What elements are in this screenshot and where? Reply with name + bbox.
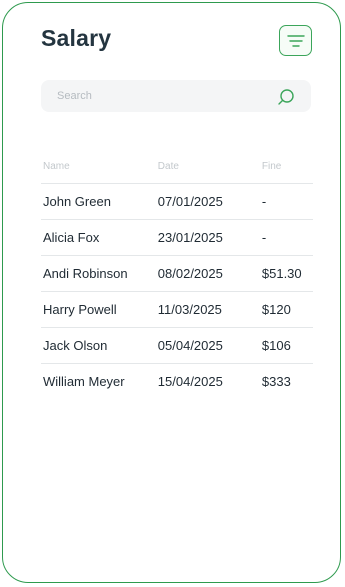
cell-fine: - (259, 183, 313, 220)
search-bar (41, 80, 311, 112)
column-header-date[interactable]: Date (155, 149, 260, 184)
cell-date: 08/02/2025 (155, 255, 260, 292)
cell-date: 23/01/2025 (155, 219, 260, 256)
cell-date: 07/01/2025 (155, 183, 260, 220)
cell-date: 15/04/2025 (157, 374, 223, 389)
cell-name: John Green (41, 183, 156, 220)
table-row[interactable]: William Meyer 15/04/2025 $333 (41, 364, 313, 400)
page-title: Salary (41, 25, 112, 51)
cell-name: Alicia Fox (41, 219, 156, 256)
cell-fine: $51.30 (259, 255, 313, 292)
cell-name: Andi Robinson (41, 255, 156, 292)
cell-fine: $333 (261, 374, 291, 389)
cell-fine: - (259, 219, 313, 256)
salary-table: Name Date Fine John Green 07/01/2025 - A… (41, 149, 313, 399)
table-row[interactable]: Jack Olson 05/04/2025 $106 (41, 327, 313, 364)
search-input[interactable] (41, 80, 287, 112)
cell-fine: $120 (259, 291, 313, 328)
table-row[interactable]: Andi Robinson 08/02/2025 $51.30 (41, 255, 313, 292)
column-header-fine[interactable]: Fine (259, 149, 313, 184)
cell-name: William Meyer (43, 374, 125, 389)
cell-fine: $106 (259, 327, 313, 364)
filter-icon (286, 34, 305, 47)
filter-button[interactable] (279, 25, 312, 56)
table-row[interactable]: John Green 07/01/2025 - (41, 183, 313, 220)
column-header-name[interactable]: Name (41, 149, 156, 184)
search-icon[interactable] (277, 88, 295, 106)
table-row[interactable]: Harry Powell 11/03/2025 $120 (41, 291, 313, 328)
cell-name: Harry Powell (41, 291, 156, 328)
cell-date: 05/04/2025 (155, 327, 260, 364)
phone-frame: Salary Name Date Fine John Green 07/01/2… (2, 2, 341, 583)
cell-date: 11/03/2025 (155, 291, 260, 328)
cell-name: Jack Olson (41, 327, 156, 364)
table-header-row: Name Date Fine (41, 149, 313, 184)
table-row[interactable]: Alicia Fox 23/01/2025 - (41, 219, 313, 256)
